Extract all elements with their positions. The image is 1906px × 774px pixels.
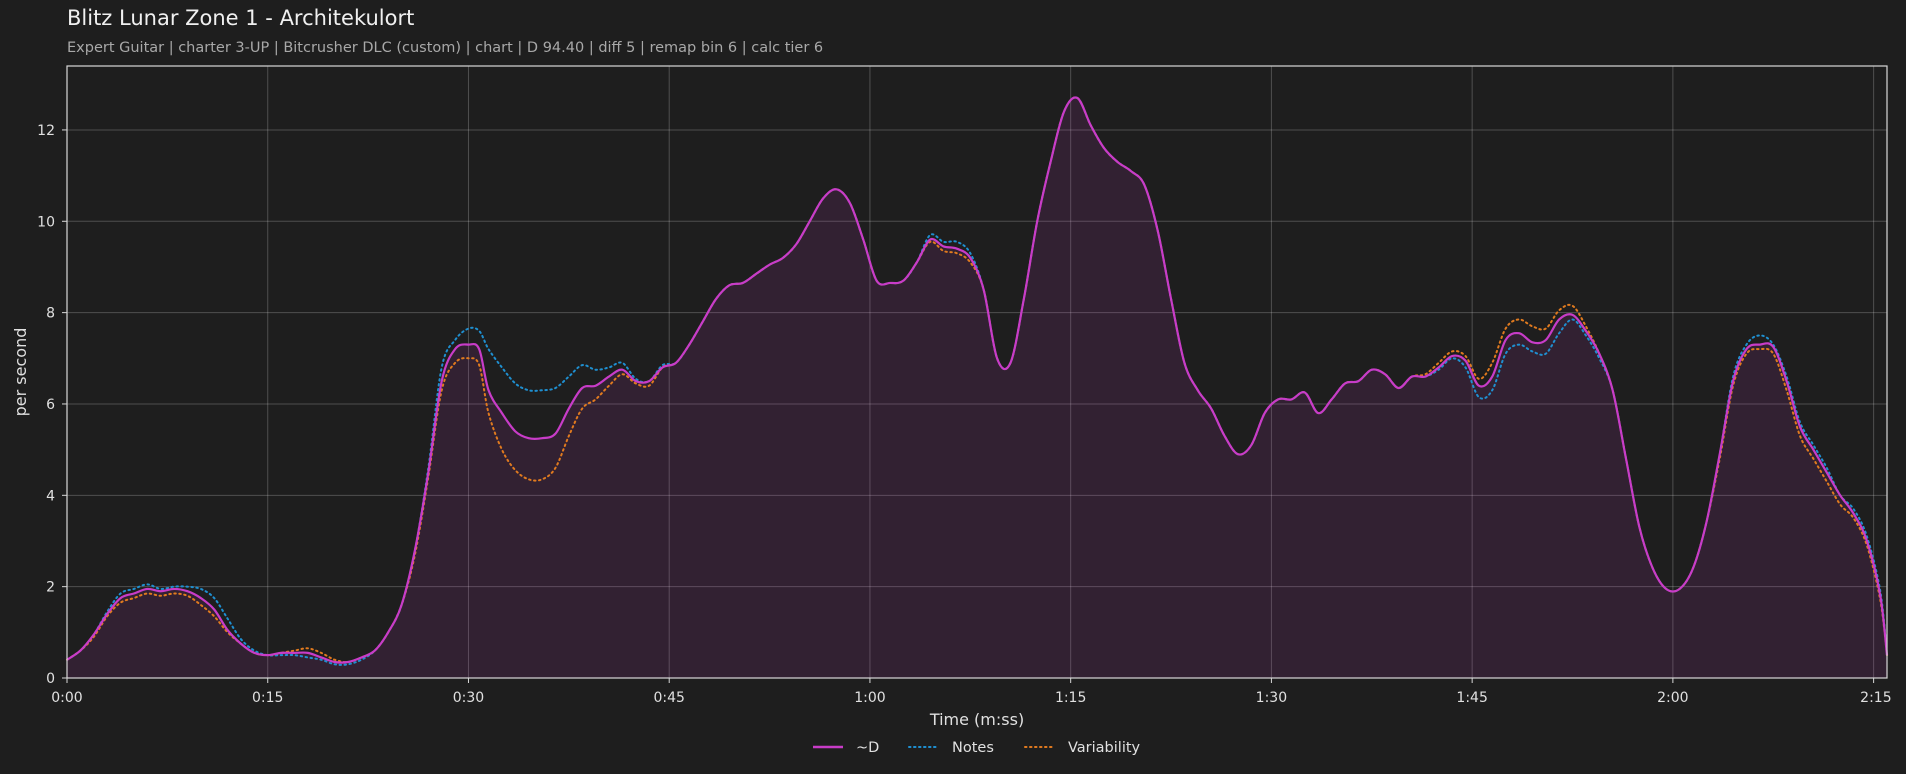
x-tick-label: 1:15: [1055, 690, 1086, 706]
y-tick-label: 2: [46, 580, 55, 596]
legend-label-variability: Variability: [1068, 740, 1141, 756]
x-tick-label: 1:00: [854, 690, 885, 706]
y-axis-ticks: 0 2 4 6 8 10 12: [37, 123, 67, 687]
x-tick-label: 0:00: [51, 690, 82, 706]
x-tick-label: 1:30: [1256, 690, 1287, 706]
x-axis-ticks: 0:00 0:15 0:30 0:45 1:00 1:15 1:30 1:45 2:00 2:15: [51, 678, 1892, 706]
x-tick-label: 0:30: [453, 690, 484, 706]
y-tick-label: 4: [46, 488, 55, 504]
legend-label-d: ~D: [856, 740, 879, 756]
y-tick-label: 12: [37, 123, 55, 139]
y-tick-label: 10: [37, 214, 55, 230]
legend-item-d: ~D: [813, 740, 879, 756]
legend-item-notes: Notes: [908, 740, 994, 756]
y-axis-label: per second: [11, 328, 30, 417]
legend-item-variability: Variability: [1024, 740, 1141, 756]
x-tick-label: 1:45: [1456, 690, 1487, 706]
x-tick-label: 2:15: [1860, 690, 1891, 706]
y-tick-label: 8: [46, 306, 55, 322]
x-axis-label: Time (m:ss): [929, 710, 1024, 729]
line-chart: 0:00 0:15 0:30 0:45 1:00 1:15 1:30 1:45 2:00 2:15…: [11, 65, 1892, 756]
x-tick-label: 0:15: [252, 690, 283, 706]
y-tick-label: 0: [46, 671, 55, 687]
x-tick-label: 2:00: [1657, 690, 1688, 706]
legend: ~D Notes Variability: [813, 740, 1141, 756]
x-tick-label: 0:45: [653, 690, 684, 706]
legend-label-notes: Notes: [952, 740, 994, 756]
y-tick-label: 6: [46, 397, 55, 413]
